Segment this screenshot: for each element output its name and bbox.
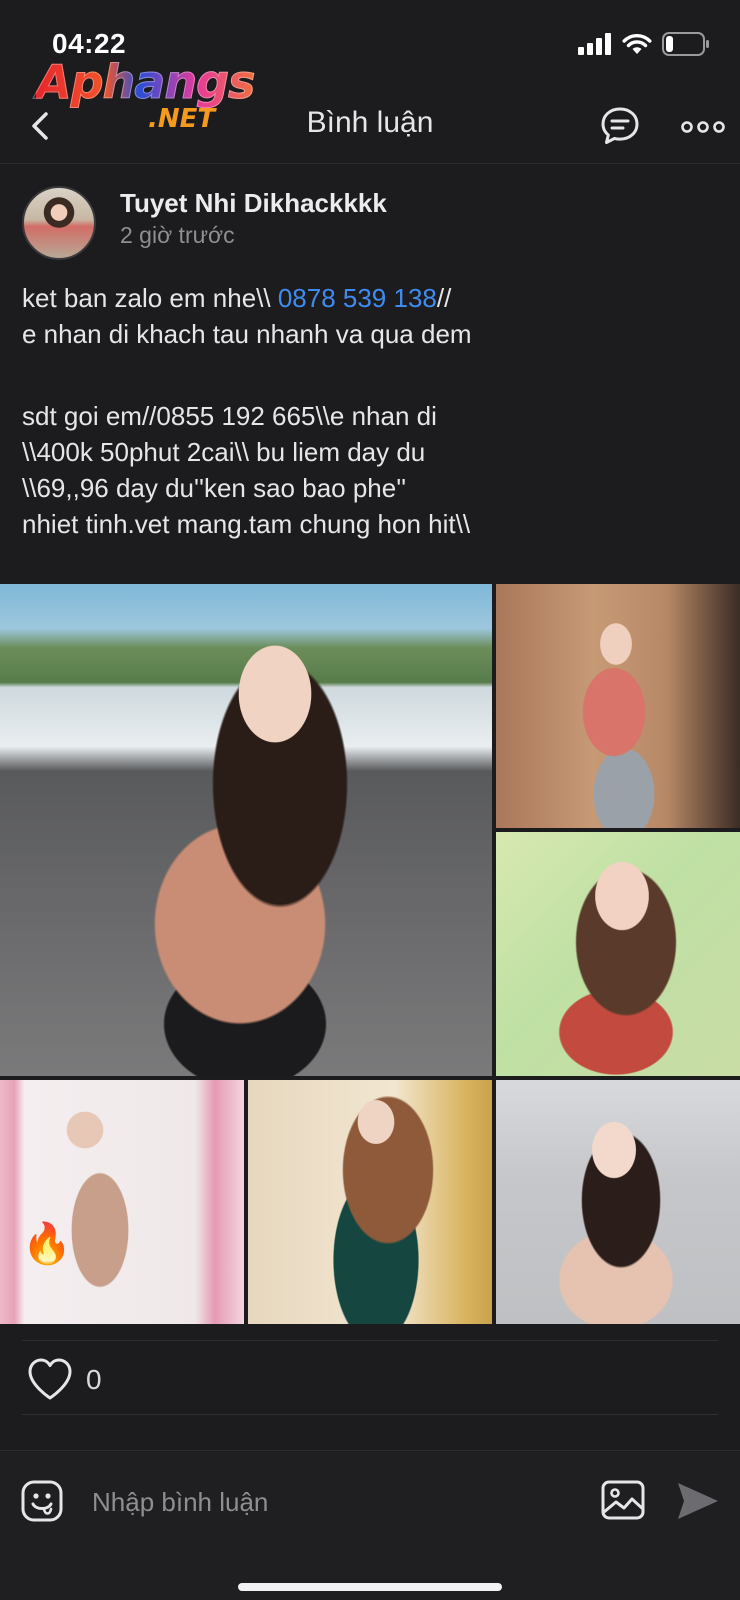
post-line-2: e nhan di khach tau nhanh va qua dem [22,319,472,349]
post-line-3: sdt goi em//0855 192 665\\e nhan di [22,401,437,431]
divider [22,1414,718,1415]
phone-link[interactable]: 0878 539 138 [278,283,437,313]
post-photo-5[interactable] [248,1080,492,1324]
battery-icon [662,32,709,56]
home-indicator [238,1583,502,1591]
image-icon[interactable] [600,1477,646,1523]
like-count: 0 [86,1364,102,1395]
nav-bar: Bình luận [0,90,740,164]
status-icons [578,32,710,56]
post-timestamp: 2 giờ trước [120,222,235,248]
fire-sticker-icon: 🔥 [22,1222,72,1266]
photo-gallery: 🔥 [0,584,740,1324]
reactions-bar: 0 [22,1356,718,1406]
divider [22,1340,718,1341]
avatar[interactable] [22,186,96,260]
post-line-4: \\400k 50phut 2cai\\ bu liem day du [22,437,426,467]
post-header: Tuyet Nhi Dikhackkkk 2 giờ trước [0,182,740,262]
post-line-1-suffix: // [436,283,452,313]
post-photo-4[interactable]: 🔥 [0,1080,244,1324]
back-chevron-icon[interactable] [22,106,62,146]
post-line-5: \\69,,96 day du''ken sao bao phe'' [22,473,407,503]
post-blank-line [22,352,722,398]
post-photo-3[interactable] [496,832,740,1076]
post-line-6: nhiet tinh.vet mang.tam chung hon hit\\ [22,509,471,539]
post-line-1-text: ket ban zalo em nhe\\ [22,283,278,313]
send-icon[interactable] [676,1481,720,1521]
signal-icon [578,33,611,55]
more-dots-icon[interactable] [680,112,726,142]
post-photo-2[interactable] [496,584,740,828]
post-photo-6[interactable] [496,1080,740,1324]
post-photo-1[interactable] [0,584,492,1076]
heart-icon[interactable] [26,1356,74,1402]
comment-input[interactable] [92,1479,562,1525]
post-line-1: ket ban zalo em nhe\\ 0878 539 138// [22,280,722,316]
post-text: ket ban zalo em nhe\\ 0878 539 138// e n… [22,280,722,542]
author-name[interactable]: Tuyet Nhi Dikhackkkk [120,188,387,219]
chat-bubble-icon[interactable] [598,104,642,148]
emoji-icon[interactable] [20,1479,64,1523]
comment-composer [0,1450,740,1600]
wifi-icon [622,34,652,54]
